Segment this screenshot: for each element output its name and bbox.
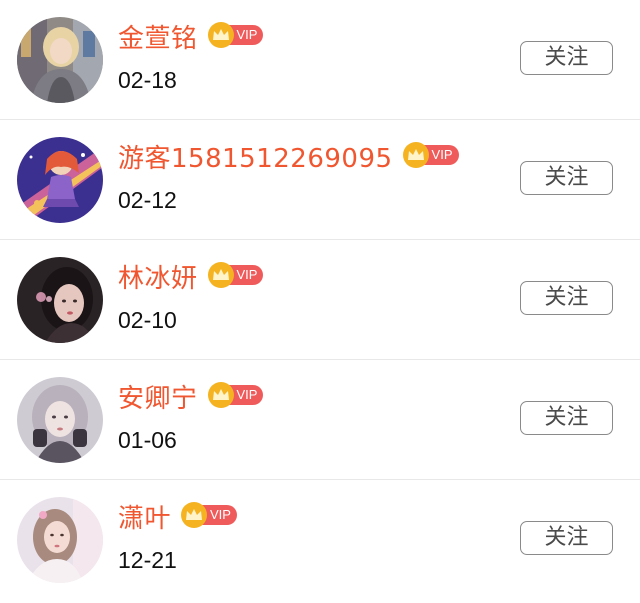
list-item[interactable]: 潇叶 VIP 12-21 关注 — [0, 480, 640, 600]
user-name[interactable]: 游客1581512269095 — [118, 141, 393, 177]
name-line: 金萱铭 VIP — [118, 21, 264, 57]
crown-icon — [207, 22, 234, 48]
follow-date: 02-10 — [118, 307, 177, 333]
follow-date: 02-18 — [118, 67, 177, 93]
avatar-photo-icon — [17, 377, 103, 463]
avatar-photo-icon — [17, 497, 103, 583]
vip-badge: VIP — [207, 382, 264, 408]
crown-icon — [207, 262, 234, 288]
name-line: 游客1581512269095 VIP — [118, 141, 459, 177]
avatar-photo-icon — [17, 17, 103, 103]
follow-button[interactable]: 关注 — [520, 41, 613, 75]
user-name[interactable]: 金萱铭 — [118, 21, 198, 57]
vip-badge: VIP — [181, 502, 237, 528]
vip-badge: VIP — [402, 142, 459, 168]
follow-date: 12-21 — [118, 547, 177, 573]
avatar[interactable] — [17, 257, 103, 343]
list-item[interactable]: 金萱铭 VIP 02-18 关注 — [0, 0, 640, 120]
avatar[interactable] — [17, 17, 103, 103]
avatar-photo-icon — [17, 257, 103, 343]
list-item[interactable]: 游客1581512269095 VIP 02-12 关注 — [0, 120, 640, 240]
user-name[interactable]: 安卿宁 — [118, 381, 198, 417]
avatar[interactable] — [17, 497, 103, 583]
name-line: 安卿宁 VIP — [118, 381, 264, 417]
list-item[interactable]: 林冰妍 VIP 02-10 关注 — [0, 240, 640, 360]
follow-date: 02-12 — [118, 187, 177, 213]
avatar[interactable] — [17, 377, 103, 463]
follow-button[interactable]: 关注 — [520, 521, 613, 555]
avatar[interactable] — [17, 137, 103, 223]
avatar-illustration-icon — [17, 137, 103, 223]
vip-badge: VIP — [207, 22, 264, 48]
user-name[interactable]: 潇叶 — [118, 501, 171, 537]
name-line: 潇叶 VIP — [118, 501, 237, 537]
follow-button[interactable]: 关注 — [520, 401, 613, 435]
user-list: 金萱铭 VIP 02-18 关注 游客1581512269095 VIP 02-… — [0, 0, 640, 603]
follow-date: 01-06 — [118, 427, 177, 453]
list-item[interactable]: 安卿宁 VIP 01-06 关注 — [0, 360, 640, 480]
follow-button[interactable]: 关注 — [520, 161, 613, 195]
user-name[interactable]: 林冰妍 — [118, 261, 198, 297]
follow-button[interactable]: 关注 — [520, 281, 613, 315]
crown-icon — [402, 142, 429, 168]
name-line: 林冰妍 VIP — [118, 261, 264, 297]
vip-badge: VIP — [207, 262, 264, 288]
crown-icon — [181, 502, 208, 528]
crown-icon — [207, 382, 234, 408]
